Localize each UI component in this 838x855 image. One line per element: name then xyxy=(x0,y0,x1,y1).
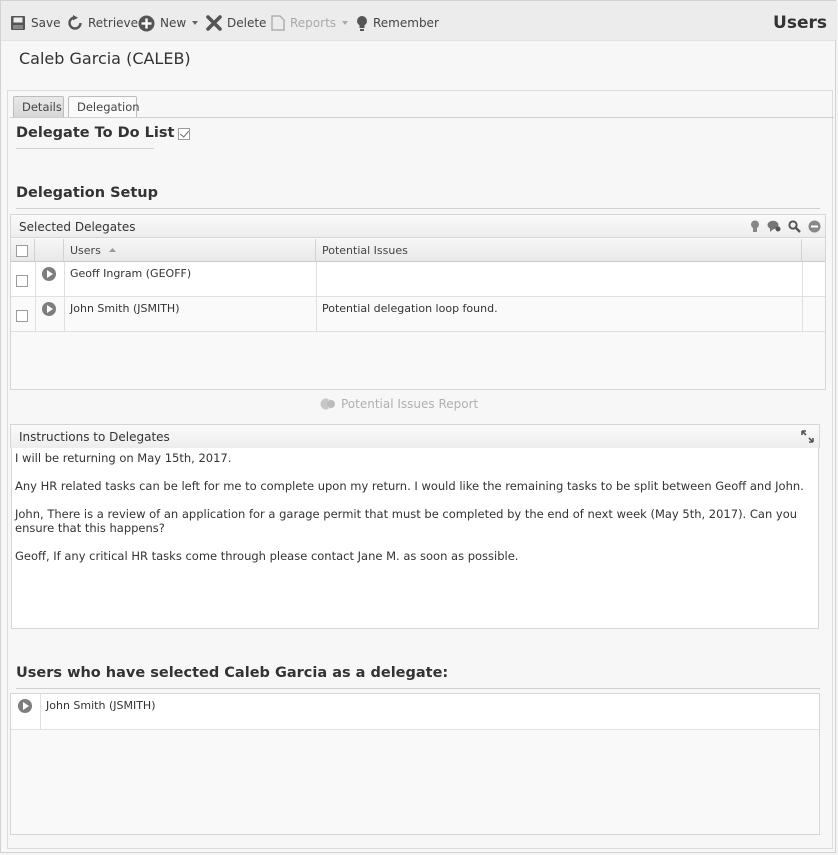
selected-delegates-title: Selected Delegates xyxy=(19,220,136,234)
delegate-todo-label: Delegate To Do List xyxy=(16,125,175,141)
selected-delegates-grid: Selected Delegates Users Potential Issue… xyxy=(10,214,826,390)
lightbulb-icon xyxy=(357,15,367,31)
delete-label: Delete xyxy=(227,16,267,30)
sort-ascending-icon xyxy=(109,248,117,252)
instructions-textarea[interactable]: I will be returning on May 15th, 2017. A… xyxy=(11,448,819,629)
page-heading: Users xyxy=(773,13,827,33)
open-record-icon[interactable] xyxy=(42,267,56,281)
instructions-panel-header: Instructions to Delegates xyxy=(10,424,820,448)
retrieve-label: Retrieve xyxy=(88,16,139,30)
users-column-header[interactable]: Users xyxy=(64,239,316,262)
tab-divider xyxy=(10,117,834,118)
save-icon xyxy=(11,16,25,30)
record-title: Caleb Garcia (CALEB) xyxy=(19,49,191,68)
table-row[interactable]: John Smith (JSMITH) Potential delegation… xyxy=(11,297,825,332)
user-cell: John Smith (JSMITH) xyxy=(46,699,156,712)
grid-header: Selected Delegates xyxy=(11,215,825,238)
new-button[interactable]: New xyxy=(138,13,205,33)
instructions-paragraph: I will be returning on May 15th, 2017. xyxy=(15,451,232,465)
chevron-down-icon[interactable] xyxy=(336,18,350,28)
instructions-title: Instructions to Delegates xyxy=(19,430,170,444)
table-row[interactable]: Geoff Ingram (GEOFF) xyxy=(11,262,825,297)
action-column-header xyxy=(35,239,64,262)
new-label: New xyxy=(160,16,187,30)
save-button[interactable]: Save xyxy=(10,13,60,33)
delegated-by-title: Users who have selected Caleb Garcia as … xyxy=(16,665,449,681)
instructions-paragraph: John, There is a review of an applicatio… xyxy=(15,507,798,535)
column-divider xyxy=(64,262,65,332)
refresh-icon xyxy=(68,15,82,30)
comment-icon[interactable] xyxy=(767,220,781,233)
user-cell: Geoff Ingram (GEOFF) xyxy=(70,267,192,280)
potential-issues-column-header[interactable]: Potential Issues xyxy=(316,239,802,262)
search-icon[interactable] xyxy=(788,220,801,233)
column-divider xyxy=(316,262,317,332)
report-icon xyxy=(320,398,335,410)
select-all-header xyxy=(11,239,35,262)
document-icon xyxy=(271,15,285,31)
reports-label: Reports xyxy=(290,16,337,30)
delegation-setup-title: Delegation Setup xyxy=(16,185,158,201)
issue-cell: Potential delegation loop found. xyxy=(322,302,498,315)
plus-circle-icon xyxy=(138,15,155,31)
divider xyxy=(16,208,820,209)
save-label: Save xyxy=(31,16,61,30)
open-record-icon[interactable] xyxy=(18,699,32,713)
remember-label: Remember xyxy=(373,16,439,30)
lightbulb-icon[interactable] xyxy=(750,220,760,233)
select-all-checkbox[interactable] xyxy=(16,245,28,257)
potential-issues-report-link[interactable]: Potential Issues Report xyxy=(320,397,478,411)
row-checkbox[interactable] xyxy=(16,310,28,322)
chevron-down-icon[interactable] xyxy=(186,18,200,28)
column-divider xyxy=(802,262,803,332)
potential-issues-report-label: Potential Issues Report xyxy=(341,397,479,411)
remove-circle-icon[interactable] xyxy=(808,220,821,233)
expand-icon[interactable] xyxy=(801,430,814,443)
tab-delegation[interactable]: Delegation xyxy=(68,96,140,118)
delegated-by-grid: John Smith (JSMITH) xyxy=(10,693,820,835)
row-checkbox[interactable] xyxy=(16,275,28,287)
users-column-label: Users xyxy=(70,244,101,257)
remember-button[interactable]: Remember xyxy=(356,13,439,33)
delegate-todo-checkbox[interactable] xyxy=(178,128,190,140)
toolbar: Save Retrieve New Delete Reports Remembe… xyxy=(1,1,837,41)
instructions-paragraph: Geoff, If any critical HR tasks come thr… xyxy=(15,549,519,563)
column-divider xyxy=(40,694,41,729)
user-cell: John Smith (JSMITH) xyxy=(70,302,180,315)
delete-button[interactable]: Delete xyxy=(206,13,266,33)
column-divider xyxy=(35,262,36,332)
open-record-icon[interactable] xyxy=(42,302,56,316)
divider xyxy=(16,688,820,689)
instructions-header-bar: Instructions to Delegates xyxy=(11,425,819,448)
list-item[interactable]: John Smith (JSMITH) xyxy=(11,694,819,730)
instructions-paragraph: Any HR related tasks can be left for me … xyxy=(15,479,804,493)
delete-x-icon xyxy=(206,15,222,31)
reports-button[interactable]: Reports xyxy=(271,13,355,33)
retrieve-button[interactable]: Retrieve xyxy=(67,13,138,33)
spacer-column-header xyxy=(802,239,825,262)
divider xyxy=(16,148,154,149)
tab-details[interactable]: Details xyxy=(13,96,64,117)
potential-issues-column-label: Potential Issues xyxy=(322,244,408,257)
